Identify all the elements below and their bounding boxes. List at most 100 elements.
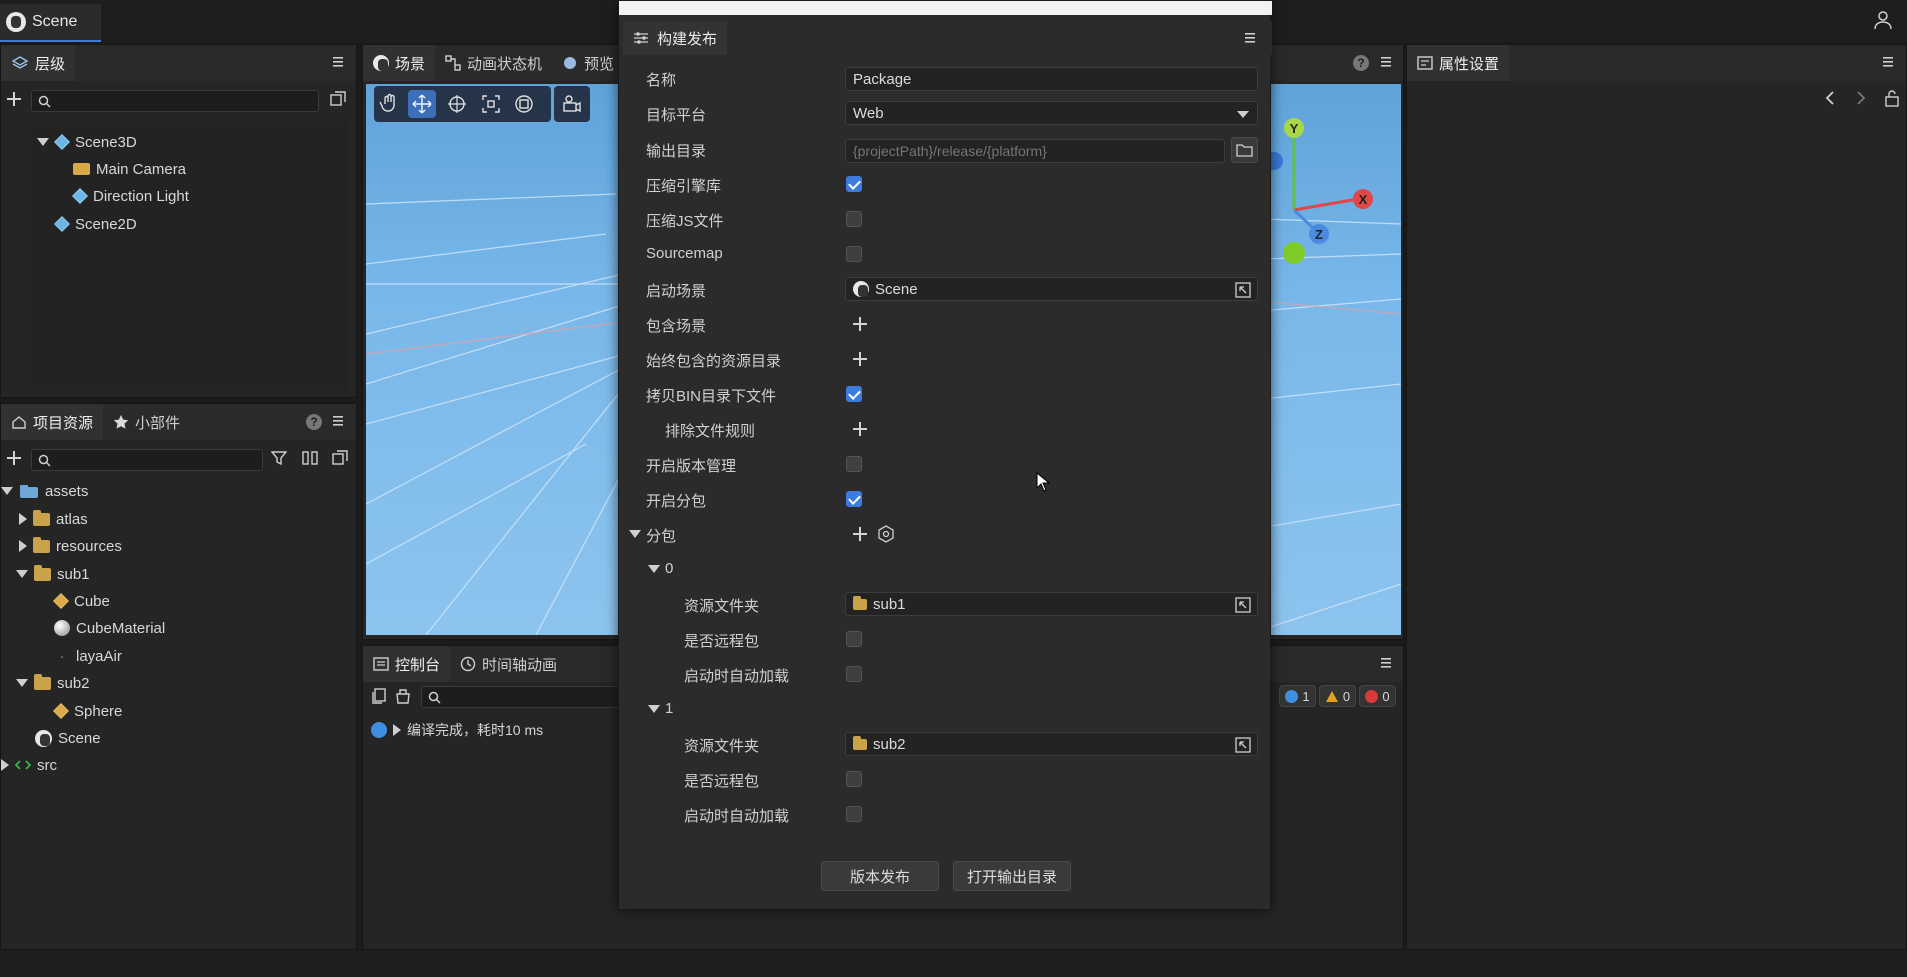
tree-item-assets[interactable]: assets: [1, 479, 88, 503]
add-always-include-icon[interactable]: [853, 352, 867, 366]
collapsed-arrow-icon[interactable]: [1, 759, 9, 771]
tree-item-sphere[interactable]: Sphere: [53, 699, 122, 723]
clear-icon[interactable]: [394, 688, 412, 704]
tree-item-src[interactable]: src: [1, 753, 57, 777]
package-remote-checkbox[interactable]: [846, 771, 862, 787]
tree-item-atlas[interactable]: atlas: [19, 507, 88, 531]
expand-arrow-icon[interactable]: [1, 487, 13, 495]
collapsed-arrow-icon[interactable]: [393, 724, 401, 736]
tree-item-sub2[interactable]: sub2: [16, 671, 90, 695]
output-dir-input[interactable]: [845, 139, 1225, 163]
forward-icon[interactable]: [1855, 90, 1867, 106]
tab-widgets[interactable]: 小部件: [103, 404, 190, 440]
tab-scene[interactable]: 场景: [363, 45, 436, 81]
subpackage-enable-checkbox[interactable]: [846, 491, 862, 507]
compress-js-checkbox[interactable]: [846, 211, 862, 227]
tab-project-assets[interactable]: 项目资源: [1, 404, 104, 440]
package-expand-icon[interactable]: [648, 565, 660, 573]
menu-icon[interactable]: [1244, 31, 1256, 45]
menu-icon[interactable]: [332, 414, 344, 428]
package-autoload-checkbox[interactable]: [846, 666, 862, 682]
collapsed-arrow-icon[interactable]: [19, 540, 27, 552]
rotate-tool-icon[interactable]: [446, 93, 468, 115]
info-count-badge[interactable]: 1: [1279, 685, 1316, 707]
tree-item-scene[interactable]: Scene: [35, 726, 101, 750]
copy-icon[interactable]: [371, 688, 387, 704]
open-output-button[interactable]: 打开输出目录: [953, 861, 1071, 891]
tree-item-cube[interactable]: Cube: [53, 589, 110, 613]
tree-item-label: Scene: [58, 729, 101, 747]
compress-engine-checkbox[interactable]: [846, 176, 862, 192]
tab-preview[interactable]: 预览: [552, 45, 624, 81]
version-mgmt-checkbox[interactable]: [846, 456, 862, 472]
help-icon[interactable]: ?: [306, 414, 322, 430]
package-index: 1: [665, 700, 674, 717]
duplicate-icon[interactable]: [332, 450, 348, 466]
tree-item-resources[interactable]: resources: [19, 534, 122, 558]
add-include-scene-icon[interactable]: [853, 317, 867, 331]
warn-count-badge[interactable]: 0: [1319, 685, 1356, 707]
tab-hierarchy[interactable]: 层级: [1, 45, 76, 81]
package-expand-icon[interactable]: [648, 705, 660, 713]
copy-bin-checkbox[interactable]: [846, 386, 862, 402]
project-search-input[interactable]: [31, 449, 263, 471]
console-message-row[interactable]: 编译完成，耗时10 ms: [371, 720, 543, 740]
pick-asset-icon[interactable]: [1235, 737, 1251, 753]
expand-arrow-icon[interactable]: [16, 679, 28, 687]
tab-timeline[interactable]: 时间轴动画: [450, 646, 567, 682]
lock-icon[interactable]: [1884, 89, 1900, 107]
sourcemap-checkbox[interactable]: [846, 246, 862, 262]
tree-item-main-camera[interactable]: Main Camera: [73, 157, 186, 181]
scene-document-tab[interactable]: Scene: [0, 4, 101, 42]
tree-item-layaair[interactable]: · layaAir: [54, 644, 122, 668]
filter-icon[interactable]: [271, 450, 287, 466]
settings-icon[interactable]: [878, 525, 894, 543]
menu-icon[interactable]: [1882, 55, 1894, 69]
tab-build-publish[interactable]: 构建发布: [623, 21, 728, 55]
user-icon[interactable]: [1873, 10, 1893, 30]
tree-item-scene3d[interactable]: Scene3D: [37, 130, 137, 154]
platform-select[interactable]: Web: [845, 101, 1258, 125]
add-icon[interactable]: [7, 92, 21, 106]
package-folder-field[interactable]: sub1: [845, 592, 1258, 616]
add-icon[interactable]: [7, 451, 21, 465]
publish-button[interactable]: 版本发布: [821, 861, 939, 891]
console-search-input[interactable]: [421, 686, 621, 708]
error-count-badge[interactable]: 0: [1359, 685, 1396, 707]
expand-arrow-icon[interactable]: [16, 570, 28, 578]
collapsed-arrow-icon[interactable]: [19, 513, 27, 525]
columns-icon[interactable]: [302, 450, 318, 466]
tree-item-sub1[interactable]: sub1: [16, 562, 90, 586]
tab-animator[interactable]: 动画状态机: [435, 45, 552, 81]
hand-tool-icon[interactable]: [379, 92, 401, 114]
package-autoload-checkbox[interactable]: [846, 806, 862, 822]
menu-icon[interactable]: [332, 55, 344, 69]
tab-console[interactable]: 控制台: [363, 646, 451, 682]
expand-arrow-icon[interactable]: [37, 138, 49, 146]
add-exclude-rule-icon[interactable]: [853, 422, 867, 436]
menu-icon[interactable]: [1380, 55, 1392, 69]
name-input[interactable]: Package: [845, 67, 1258, 91]
help-icon[interactable]: ?: [1353, 55, 1369, 71]
back-icon[interactable]: [1824, 90, 1836, 106]
scale-tool-icon[interactable]: [480, 93, 502, 115]
tab-properties[interactable]: 属性设置: [1407, 45, 1510, 81]
package-remote-checkbox[interactable]: [846, 631, 862, 647]
add-subpackage-icon[interactable]: [853, 527, 867, 541]
tree-item-scene2d[interactable]: Scene2D: [54, 212, 137, 236]
pick-asset-icon[interactable]: [1235, 282, 1251, 298]
tree-item-cubematerial[interactable]: CubeMaterial: [54, 616, 165, 640]
menu-icon[interactable]: [1380, 656, 1392, 670]
tree-item-direction-light[interactable]: Direction Light: [72, 184, 189, 208]
gizmo-neg-y-handle[interactable]: [1283, 242, 1305, 264]
duplicate-icon[interactable]: [330, 91, 346, 107]
transform-tool-icon[interactable]: [513, 93, 535, 115]
browse-folder-button[interactable]: [1231, 137, 1258, 163]
subpackage-expand-icon[interactable]: [629, 530, 641, 538]
hierarchy-search-input[interactable]: [31, 90, 319, 112]
start-scene-field[interactable]: Scene: [845, 277, 1258, 301]
package-folder-field[interactable]: sub2: [845, 732, 1258, 756]
orientation-gizmo[interactable]: Y X Z: [1266, 104, 1386, 264]
camera-settings-icon[interactable]: [561, 93, 583, 115]
pick-asset-icon[interactable]: [1235, 597, 1251, 613]
